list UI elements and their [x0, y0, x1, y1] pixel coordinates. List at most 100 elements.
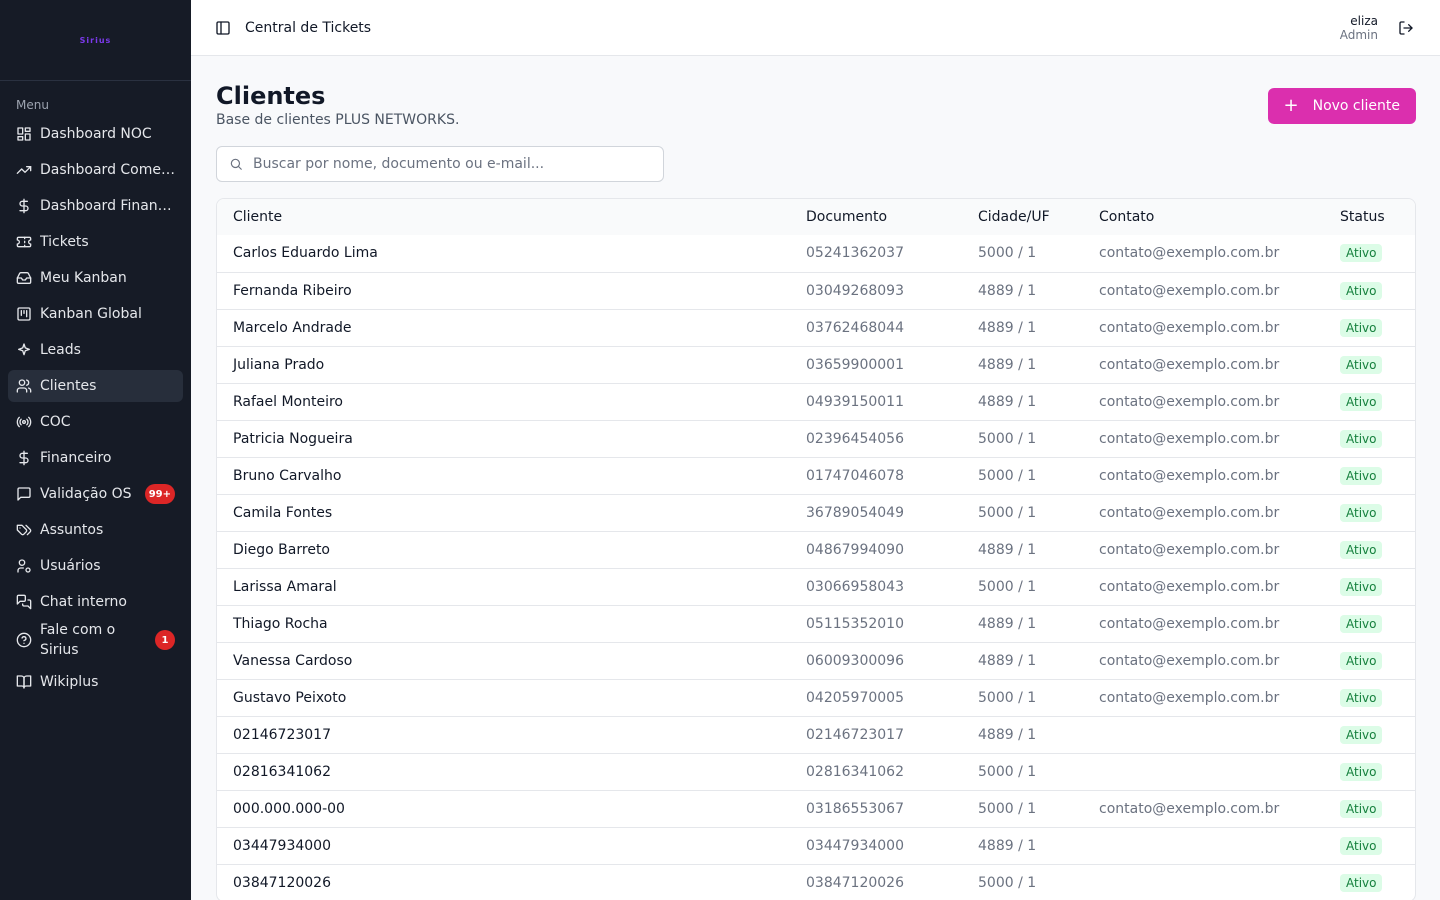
cell-cidade-uf: 5000 / 1	[978, 245, 1037, 262]
sidebar-item-label: Wikiplus	[40, 674, 99, 690]
cell-cidade-uf: 4889 / 1	[978, 319, 1037, 336]
table-row[interactable]: Carlos Eduardo Lima 05241362037 5000 / 1 co…	[217, 235, 1415, 272]
sidebar-item-meu-kanban[interactable]: Meu Kanban	[8, 262, 183, 294]
header-cliente[interactable]: Cliente	[217, 199, 790, 235]
table-row[interactable]: 03847120026 03847120026 5000 / 1 Ativo	[217, 864, 1415, 900]
table-row[interactable]: Rafael Monteiro 04939150011 4889 / 1 contat…	[217, 383, 1415, 420]
cell-cliente: 03447934000	[233, 837, 331, 854]
status-badge: Ativo	[1340, 244, 1383, 263]
table-row[interactable]: Vanessa Cardoso 06009300096 4889 / 1 contat…	[217, 642, 1415, 679]
sidebar-item-dashboard-financeiro[interactable]: Dashboard Financeiro	[8, 190, 183, 222]
cell-status: Ativo	[1324, 309, 1415, 346]
sirius-logo[interactable]: Sirius	[80, 36, 112, 45]
sidebar-item-tickets[interactable]: Tickets	[8, 226, 183, 258]
cell-contato: contato@exemplo.com.br	[1099, 356, 1280, 373]
table-row[interactable]: Camila Fontes 36789054049 5000 / 1 contato@…	[217, 494, 1415, 531]
header-cidade-uf[interactable]: Cidade/UF	[962, 199, 1083, 235]
sidebar-item-label: Tickets	[40, 234, 89, 250]
sidebar-item-clientes[interactable]: Clientes	[8, 370, 183, 402]
cell-status: Ativo	[1324, 716, 1415, 753]
header-status[interactable]: Status	[1324, 199, 1415, 235]
table-row[interactable]: 000.000.000-00 03186553067 5000 / 1 contato…	[217, 790, 1415, 827]
page-subtitle: Base de clientes PLUS NETWORKS.	[216, 112, 460, 128]
table-row[interactable]: Gustavo Peixoto 04205970005 5000 / 1 contat…	[217, 679, 1415, 716]
sidebar-nav: Dashboard NOC Dashboard Comercial Dashboar…	[0, 118, 191, 698]
status-badge: Ativo	[1340, 614, 1383, 633]
sidebar-item-label: Clientes	[40, 378, 97, 394]
sidebar-item-leads[interactable]: Leads	[8, 334, 183, 366]
table-row[interactable]: Patricia Nogueira 02396454056 5000 / 1 cont…	[217, 420, 1415, 457]
table-row[interactable]: Larissa Amaral 03066958043 5000 / 1 contato…	[217, 568, 1415, 605]
cell-cliente: 02816341062	[233, 763, 331, 780]
status-badge: Ativo	[1340, 688, 1383, 707]
cell-cliente: Camila Fontes	[233, 504, 333, 521]
search-box	[216, 146, 664, 182]
cell-contato	[1083, 827, 1324, 864]
cell-status: Ativo	[1324, 827, 1415, 864]
sidebar-toggle-icon[interactable]	[215, 20, 231, 36]
table-row[interactable]: Bruno Carvalho 01747046078 5000 / 1 contato…	[217, 457, 1415, 494]
cell-documento: 03186553067	[806, 800, 904, 817]
cell-documento: 03049268093	[806, 282, 904, 299]
table-row[interactable]: Fernanda Ribeiro 03049268093 4889 / 1 conta…	[217, 272, 1415, 309]
cell-cidade-uf: 4889 / 1	[978, 393, 1037, 410]
user-name: eliza	[1350, 13, 1378, 28]
table-row[interactable]: Diego Barreto 04867994090 4889 / 1 contato@…	[217, 531, 1415, 568]
sidebar-item-assuntos[interactable]: Assuntos	[8, 514, 183, 546]
table-row[interactable]: 02816341062 02816341062 5000 / 1 Ativo	[217, 753, 1415, 790]
new-client-button[interactable]: + Novo cliente	[1267, 88, 1416, 124]
cell-documento: 04939150011	[806, 393, 904, 410]
sidebar-item-label: Dashboard Financeiro	[40, 198, 175, 214]
cell-cliente: Marcelo Andrade	[233, 319, 352, 336]
cell-documento: 06009300096	[806, 652, 904, 669]
cell-contato: contato@exemplo.com.br	[1099, 689, 1280, 706]
cell-cliente: Vanessa Cardoso	[233, 652, 353, 669]
cell-cliente: 000.000.000-00	[233, 800, 345, 817]
cell-cliente: Fernanda Ribeiro	[233, 282, 352, 299]
radio-icon	[16, 414, 32, 430]
sidebar-item-dashboard-comercial[interactable]: Dashboard Comercial	[8, 154, 183, 186]
header-contato[interactable]: Contato	[1083, 199, 1324, 235]
cell-contato: contato@exemplo.com.br	[1099, 541, 1280, 558]
table-row[interactable]: Thiago Rocha 05115352010 4889 / 1 contato@e…	[217, 605, 1415, 642]
sidebar-item-coc[interactable]: COC	[8, 406, 183, 438]
sidebar-item-kanban-global[interactable]: Kanban Global	[8, 298, 183, 330]
sparkles-icon	[16, 342, 32, 358]
sidebar-item-label: Kanban Global	[40, 306, 142, 322]
cell-cidade-uf: 4889 / 1	[978, 726, 1037, 743]
sidebar-item-validacao-os[interactable]: Validação OS 99+	[8, 478, 183, 510]
cell-cliente: 02146723017	[233, 726, 331, 743]
sidebar-item-wikiplus[interactable]: Wikiplus	[8, 666, 183, 698]
clients-table: Cliente Documento Cidade/UF Contato Stat…	[216, 198, 1416, 900]
search-input[interactable]	[253, 156, 651, 172]
table-row[interactable]: Marcelo Andrade 03762468044 4889 / 1 contat…	[217, 309, 1415, 346]
sidebar-item-label: Usuários	[40, 558, 101, 574]
cell-contato	[1083, 753, 1324, 790]
kanban-icon	[16, 306, 32, 322]
table-row[interactable]: 02146723017 02146723017 4889 / 1 Ativo	[217, 716, 1415, 753]
help-circle-icon	[16, 632, 32, 648]
sidebar-item-financeiro[interactable]: Financeiro	[8, 442, 183, 474]
table-row[interactable]: 03447934000 03447934000 4889 / 1 Ativo	[217, 827, 1415, 864]
cell-documento: 02816341062	[806, 763, 904, 780]
logo-area: Sirius	[0, 0, 191, 81]
menu-label: Menu	[16, 98, 49, 112]
header-documento[interactable]: Documento	[790, 199, 962, 235]
cell-status: Ativo	[1324, 642, 1415, 679]
cell-status: Ativo	[1324, 383, 1415, 420]
cell-status: Ativo	[1324, 346, 1415, 383]
sidebar-item-chat-interno[interactable]: Chat interno	[8, 586, 183, 618]
table-row[interactable]: Juliana Prado 03659900001 4889 / 1 contato@…	[217, 346, 1415, 383]
ticket-icon	[16, 234, 32, 250]
cell-cidade-uf: 5000 / 1	[978, 874, 1037, 891]
sidebar-item-dashboard-noc[interactable]: Dashboard NOC	[8, 118, 183, 150]
cell-documento: 03659900001	[806, 356, 904, 373]
logout-icon[interactable]	[1398, 19, 1416, 37]
tags-icon	[16, 522, 32, 538]
cell-cidade-uf: 4889 / 1	[978, 541, 1037, 558]
main-content: Clientes Base de clientes PLUS NETWORKS.…	[216, 56, 1416, 900]
status-badge: Ativo	[1340, 466, 1383, 485]
sidebar-item-fale-com-o-sirius[interactable]: Fale com o Sirius 1	[8, 620, 183, 660]
sidebar-item-usuarios[interactable]: Usuários	[8, 550, 183, 582]
cell-cidade-uf: 5000 / 1	[978, 763, 1037, 780]
